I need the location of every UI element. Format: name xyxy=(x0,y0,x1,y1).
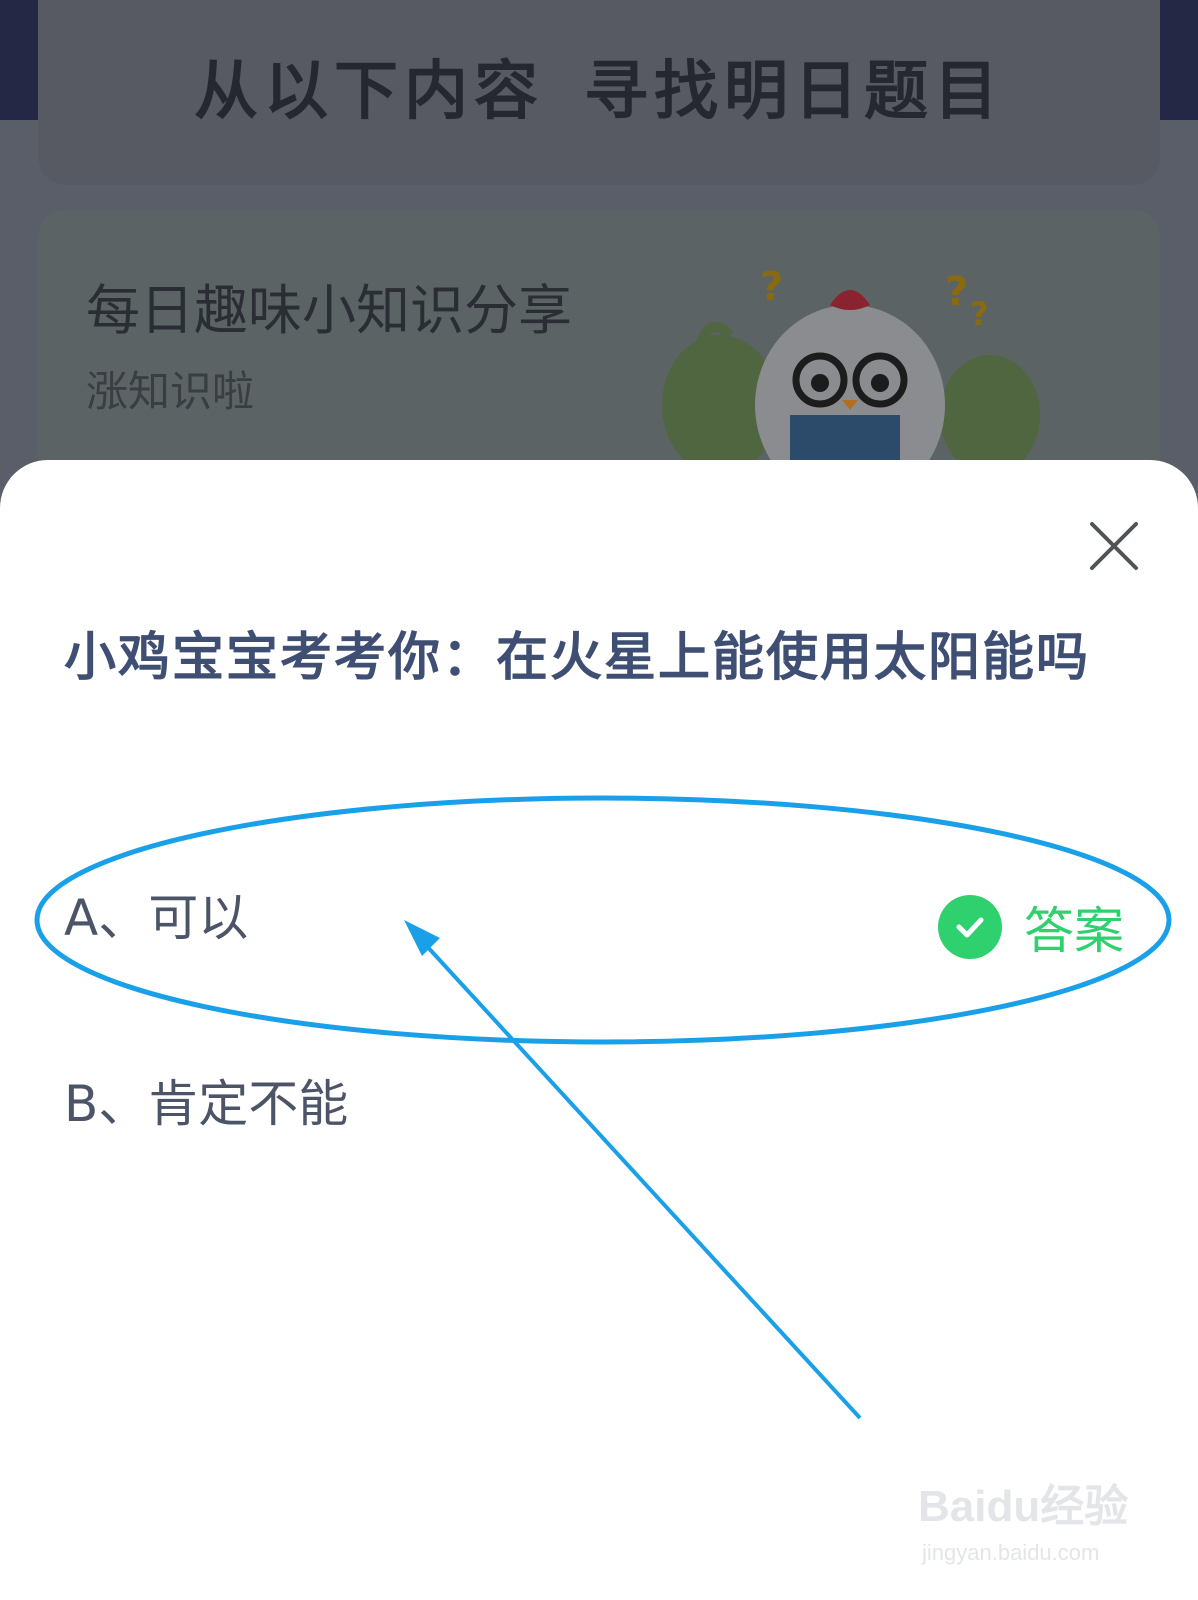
answer-badge: 答案 xyxy=(938,895,1124,960)
banner-title-part1: 从以下内容 xyxy=(194,55,544,129)
card-title: 每日趣味小知识分享 xyxy=(86,279,572,342)
option-a[interactable]: A、可以 xyxy=(64,878,248,950)
svg-text:?: ? xyxy=(970,295,989,333)
card-subtitle: 涨知识啦 xyxy=(86,367,255,416)
banner-title: 从以下内容 寻找明日题目 xyxy=(0,40,1198,132)
quiz-question: 小鸡宝宝考考你：在火星上能使用太阳能吗 xyxy=(64,628,1091,688)
watermark-url: jingyan.baidu.com xyxy=(922,1540,1100,1565)
option-b[interactable]: B、肯定不能 xyxy=(64,1064,348,1136)
watermark-brand: Baidu经验 xyxy=(918,1482,1129,1531)
svg-text:?: ? xyxy=(760,265,783,310)
answer-label: 答案 xyxy=(1024,902,1124,960)
chicken-mascot-icon: ? ? ? xyxy=(662,265,1040,465)
banner-title-part2: 寻找明日题目 xyxy=(584,55,1004,129)
baidu-watermark: Baidu经验 jingyan.baidu.com xyxy=(918,1470,1158,1580)
svg-text:?: ? xyxy=(945,269,968,315)
check-circle-icon xyxy=(938,895,1002,959)
close-icon[interactable] xyxy=(1088,520,1140,572)
